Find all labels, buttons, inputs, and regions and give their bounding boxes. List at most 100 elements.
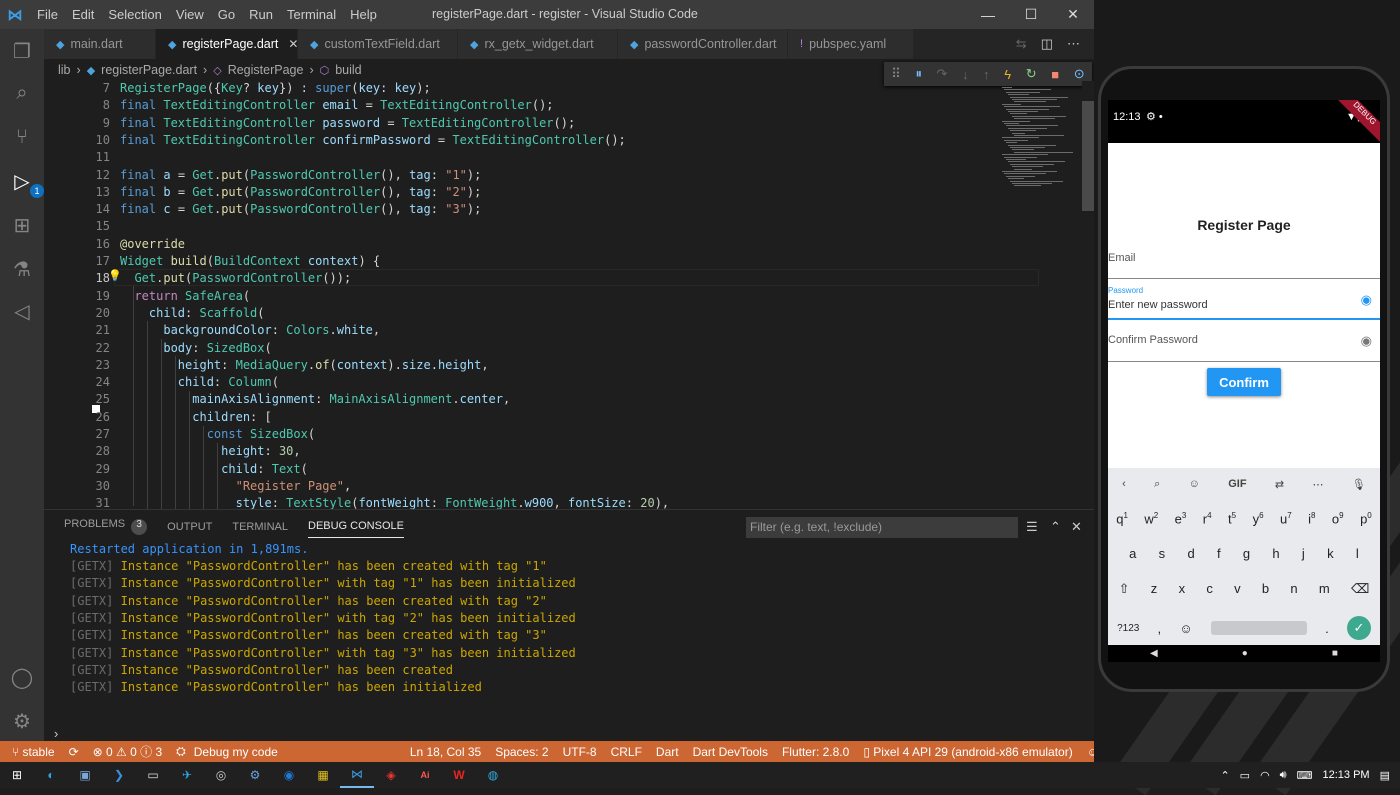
symbols-key[interactable]: ?123 <box>1117 623 1139 634</box>
tab-rx_getx_widget-dart[interactable]: ◆ rx_getx_widget.dart <box>458 29 618 59</box>
breadcrumb-method[interactable]: build <box>335 63 361 77</box>
maximize-panel-icon[interactable]: ⌃ <box>1050 519 1061 535</box>
hot-reload-icon[interactable]: ϟ <box>1004 67 1011 82</box>
breadcrumb-lib[interactable]: lib <box>58 63 71 77</box>
maximize-icon[interactable]: ☐ <box>1008 0 1054 29</box>
tab-customTextField-dart[interactable]: ◆ customTextField.dart <box>298 29 458 59</box>
debug-launch-icon[interactable]: ⛭ <box>176 744 186 759</box>
tab-debug-console[interactable]: DEBUG CONSOLE <box>308 520 404 538</box>
menu-terminal[interactable]: Terminal <box>280 7 343 22</box>
windows-start-icon[interactable]: ⊞ <box>0 762 34 788</box>
backspace-icon[interactable]: ⌫ <box>1351 581 1369 597</box>
key-s[interactable]: s <box>1159 546 1166 561</box>
device-status[interactable]: ▯ Pixel 4 API 29 (android-x86 emulator) <box>863 745 1072 759</box>
terminal-icon[interactable]: ▭ <box>136 762 170 788</box>
key-f[interactable]: f <box>1217 546 1221 561</box>
menu-view[interactable]: View <box>169 7 211 22</box>
run-debug-icon[interactable]: ▷ 1 <box>8 167 44 198</box>
shift-key-icon[interactable]: ⇧ <box>1119 581 1130 597</box>
app-icon[interactable]: ⚙ <box>238 762 272 788</box>
menu-go[interactable]: Go <box>211 7 242 22</box>
emoji-key-icon[interactable]: ☺ <box>1179 621 1192 636</box>
vscode-taskbar-icon[interactable]: ⋈ <box>340 762 374 788</box>
email-field[interactable]: Email <box>1108 240 1380 279</box>
space-key[interactable] <box>1210 621 1307 635</box>
split-editor-icon[interactable]: ◫ <box>1041 36 1053 52</box>
tab-terminal[interactable]: TERMINAL <box>232 521 288 538</box>
key-w[interactable]: w2 <box>1144 511 1158 526</box>
key-o[interactable]: o9 <box>1332 511 1344 526</box>
minimap[interactable] <box>1000 81 1080 191</box>
tab-main-dart[interactable]: ◆ main.dart <box>44 29 156 59</box>
breadcrumb-file[interactable]: registerPage.dart <box>101 63 197 77</box>
keyboard-more-icon[interactable]: ⋯ <box>1312 478 1323 491</box>
app-globe-icon[interactable]: ◍ <box>476 762 510 788</box>
key-t[interactable]: t5 <box>1228 511 1236 526</box>
menu-edit[interactable]: Edit <box>65 7 101 22</box>
gif-button[interactable]: GIF <box>1228 478 1246 490</box>
battery-icon[interactable]: ▭ <box>1240 769 1250 782</box>
source-control-icon[interactable]: ⑂ <box>8 123 36 151</box>
manage-gear-icon[interactable]: ⚙ <box>8 707 36 735</box>
compare-icon[interactable]: ⇆ <box>1016 36 1027 52</box>
app-yellow-icon[interactable]: ▦ <box>306 762 340 788</box>
tab-pubspec-yaml[interactable]: ! pubspec.yaml <box>788 29 914 59</box>
volume-icon[interactable]: 🔊︎ <box>1280 769 1287 782</box>
tray-chevron-icon[interactable]: ⌃ <box>1220 769 1229 782</box>
keyboard-back-icon[interactable]: ‹ <box>1122 478 1126 490</box>
key-e[interactable]: e3 <box>1175 511 1187 526</box>
notification-center-icon[interactable]: ▤ <box>1380 769 1390 782</box>
console-filter-input[interactable]: Filter (e.g. text, !exclude) <box>746 517 1018 538</box>
app-blue-icon[interactable]: ◉ <box>272 762 306 788</box>
search-icon[interactable]: ⌕ <box>8 79 36 107</box>
menu-help[interactable]: Help <box>343 7 384 22</box>
breadcrumb-class[interactable]: RegisterPage <box>228 63 304 77</box>
visibility-icon[interactable]: ◉ <box>1361 292 1372 308</box>
key-c[interactable]: c <box>1206 581 1213 597</box>
sync-icon[interactable]: ⟳ <box>69 745 79 759</box>
nav-back-icon[interactable]: ◀ <box>1150 648 1158 659</box>
key-u[interactable]: u7 <box>1280 511 1292 526</box>
key-j[interactable]: j <box>1302 546 1305 561</box>
sticker-icon[interactable]: ☺ <box>1189 478 1200 490</box>
key-q[interactable]: q1 <box>1116 511 1128 526</box>
wifi-icon[interactable]: ◠ <box>1260 769 1270 782</box>
powershell-icon[interactable]: ❯ <box>102 762 136 788</box>
tab-registerPage-dart[interactable]: ◆ registerPage.dart ✕ <box>156 29 298 59</box>
eol-status[interactable]: CRLF <box>611 745 642 759</box>
illustrator-icon[interactable]: Ai <box>408 762 442 788</box>
key-i[interactable]: i8 <box>1308 511 1315 526</box>
branch-status[interactable]: ⑂ stable <box>12 745 55 759</box>
comma-key[interactable]: , <box>1158 621 1162 636</box>
key-l[interactable]: l <box>1356 546 1359 561</box>
nav-home-icon[interactable]: ● <box>1242 648 1248 659</box>
code-editor[interactable]: 💡 7 RegisterPage({Key? key}) : super(key:… <box>44 81 1094 509</box>
taskbar-clock[interactable]: 12:13 PM <box>1323 769 1370 781</box>
keyboard-search-icon[interactable]: ⌕ <box>1154 478 1160 491</box>
key-x[interactable]: x <box>1179 581 1186 597</box>
tab-problems[interactable]: PROBLEMS 3 <box>64 518 148 540</box>
testing-icon[interactable]: ⚗ <box>8 255 36 283</box>
mic-icon[interactable]: 🎙︎ <box>1352 478 1366 491</box>
minimize-icon[interactable]: — <box>965 0 1011 29</box>
tab-close-icon[interactable]: ✕ <box>288 37 298 51</box>
visibility-icon[interactable]: ◉ <box>1361 333 1372 349</box>
explorer-icon[interactable]: ❐ <box>8 37 36 65</box>
drag-handle-icon[interactable]: ⠿ <box>891 66 901 82</box>
close-icon[interactable]: ✕ <box>1050 0 1096 29</box>
key-a[interactable]: a <box>1129 546 1136 561</box>
key-v[interactable]: v <box>1234 581 1241 597</box>
key-b[interactable]: b <box>1262 581 1269 597</box>
vivaldi-icon[interactable]: ◈ <box>374 762 408 788</box>
key-p[interactable]: p0 <box>1360 511 1372 526</box>
extensions-icon[interactable]: ⊞ <box>8 211 36 239</box>
key-g[interactable]: g <box>1243 546 1250 561</box>
step-over-icon[interactable]: ↷ <box>937 66 948 82</box>
obs-icon[interactable]: ◎ <box>204 762 238 788</box>
stop-icon[interactable]: ■ <box>1051 67 1059 82</box>
restart-icon[interactable]: ↻ <box>1026 66 1037 82</box>
clear-console-icon[interactable]: ☰ <box>1026 519 1038 535</box>
edge-icon[interactable]: ◐ <box>34 762 68 788</box>
period-key[interactable]: . <box>1325 621 1329 636</box>
key-n[interactable]: n <box>1290 581 1297 597</box>
